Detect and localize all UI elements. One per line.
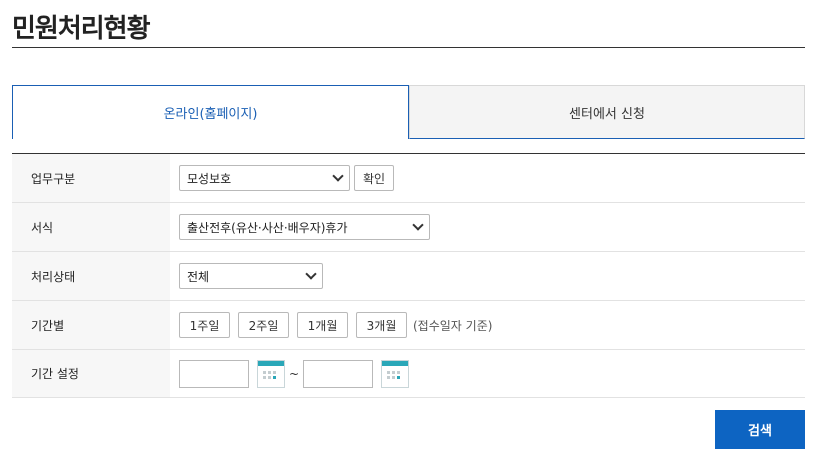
search-button[interactable]: 검색: [715, 410, 805, 449]
period-note: (접수일자 기준): [413, 318, 493, 333]
tab-online[interactable]: 온라인(홈페이지): [12, 85, 409, 139]
row-period: 기간별 1주일 2주일 1개월 3개월 (접수일자 기준): [12, 301, 805, 350]
status-label: 처리상태: [12, 252, 170, 300]
format-label: 서식: [12, 203, 170, 251]
business-field: 모성보호 확인: [170, 154, 805, 202]
end-calendar-icon[interactable]: [381, 359, 410, 388]
chevron-down-icon: [305, 268, 317, 280]
format-select-value: 출산전후(유산·사산·배우자)휴가: [187, 220, 348, 235]
period-1week-button[interactable]: 1주일: [179, 312, 230, 338]
tab-online-label: 온라인(홈페이지): [163, 107, 258, 122]
format-select[interactable]: 출산전후(유산·사산·배우자)휴가: [179, 214, 430, 240]
end-date-input[interactable]: [303, 359, 374, 388]
status-select[interactable]: 전체: [179, 263, 323, 289]
format-field: 출산전후(유산·사산·배우자)휴가: [170, 203, 805, 251]
title-divider: [12, 47, 805, 48]
start-calendar-icon[interactable]: [257, 359, 285, 388]
row-business: 업무구분 모성보호 확인: [12, 154, 805, 203]
page-title: 민원처리현황: [12, 14, 151, 44]
date-range-label: 기간 설정: [12, 350, 170, 397]
period-field: 1주일 2주일 1개월 3개월 (접수일자 기준): [170, 301, 805, 349]
tab-center-label: 센터에서 신청: [569, 106, 645, 122]
business-select-value: 모성보호: [187, 171, 232, 186]
period-label: 기간별: [12, 301, 170, 349]
status-field: 전체: [170, 252, 805, 300]
chevron-down-icon: [332, 170, 344, 182]
date-separator: ~: [289, 366, 300, 381]
search-form: 업무구분 모성보호 확인 서식 출산전후(유산·사산·배우자)휴가 처리상태 전…: [12, 153, 805, 398]
period-2week-button[interactable]: 2주일: [238, 312, 289, 338]
row-format: 서식 출산전후(유산·사산·배우자)휴가: [12, 203, 805, 252]
row-date-range: 기간 설정 ~: [12, 350, 805, 398]
date-range-field: ~: [170, 350, 805, 397]
business-select[interactable]: 모성보호: [179, 165, 350, 191]
status-select-value: 전체: [187, 269, 210, 284]
business-label: 업무구분: [12, 154, 170, 202]
chevron-down-icon: [412, 219, 424, 231]
period-1month-button[interactable]: 1개월: [297, 312, 348, 338]
tab-bar: 온라인(홈페이지) 센터에서 신청: [12, 85, 805, 139]
start-date-input[interactable]: [179, 359, 249, 388]
tab-center[interactable]: 센터에서 신청: [409, 85, 805, 139]
confirm-button[interactable]: 확인: [354, 165, 395, 191]
period-3month-button[interactable]: 3개월: [356, 312, 407, 338]
row-status: 처리상태 전체: [12, 252, 805, 301]
